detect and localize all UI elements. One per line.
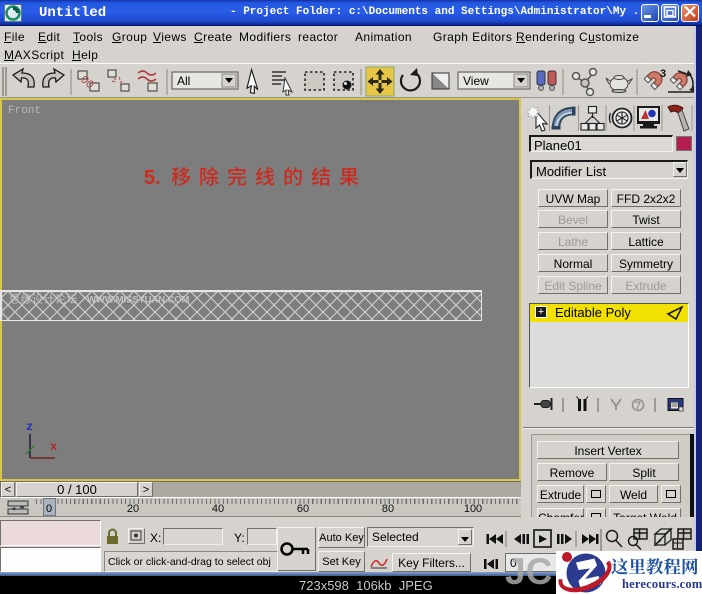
svg-text:All: All bbox=[177, 74, 190, 88]
svg-text:View: View bbox=[463, 74, 489, 88]
svg-text:5.: 5. bbox=[144, 167, 161, 189]
svg-text:z: z bbox=[26, 420, 33, 434]
svg-text:3: 3 bbox=[660, 68, 666, 80]
svg-text:WWW.MISSYUAN.COM: WWW.MISSYUAN.COM bbox=[87, 295, 190, 306]
svg-text:herecours.com: herecours.com bbox=[622, 577, 702, 591]
svg-text:x: x bbox=[50, 440, 57, 454]
